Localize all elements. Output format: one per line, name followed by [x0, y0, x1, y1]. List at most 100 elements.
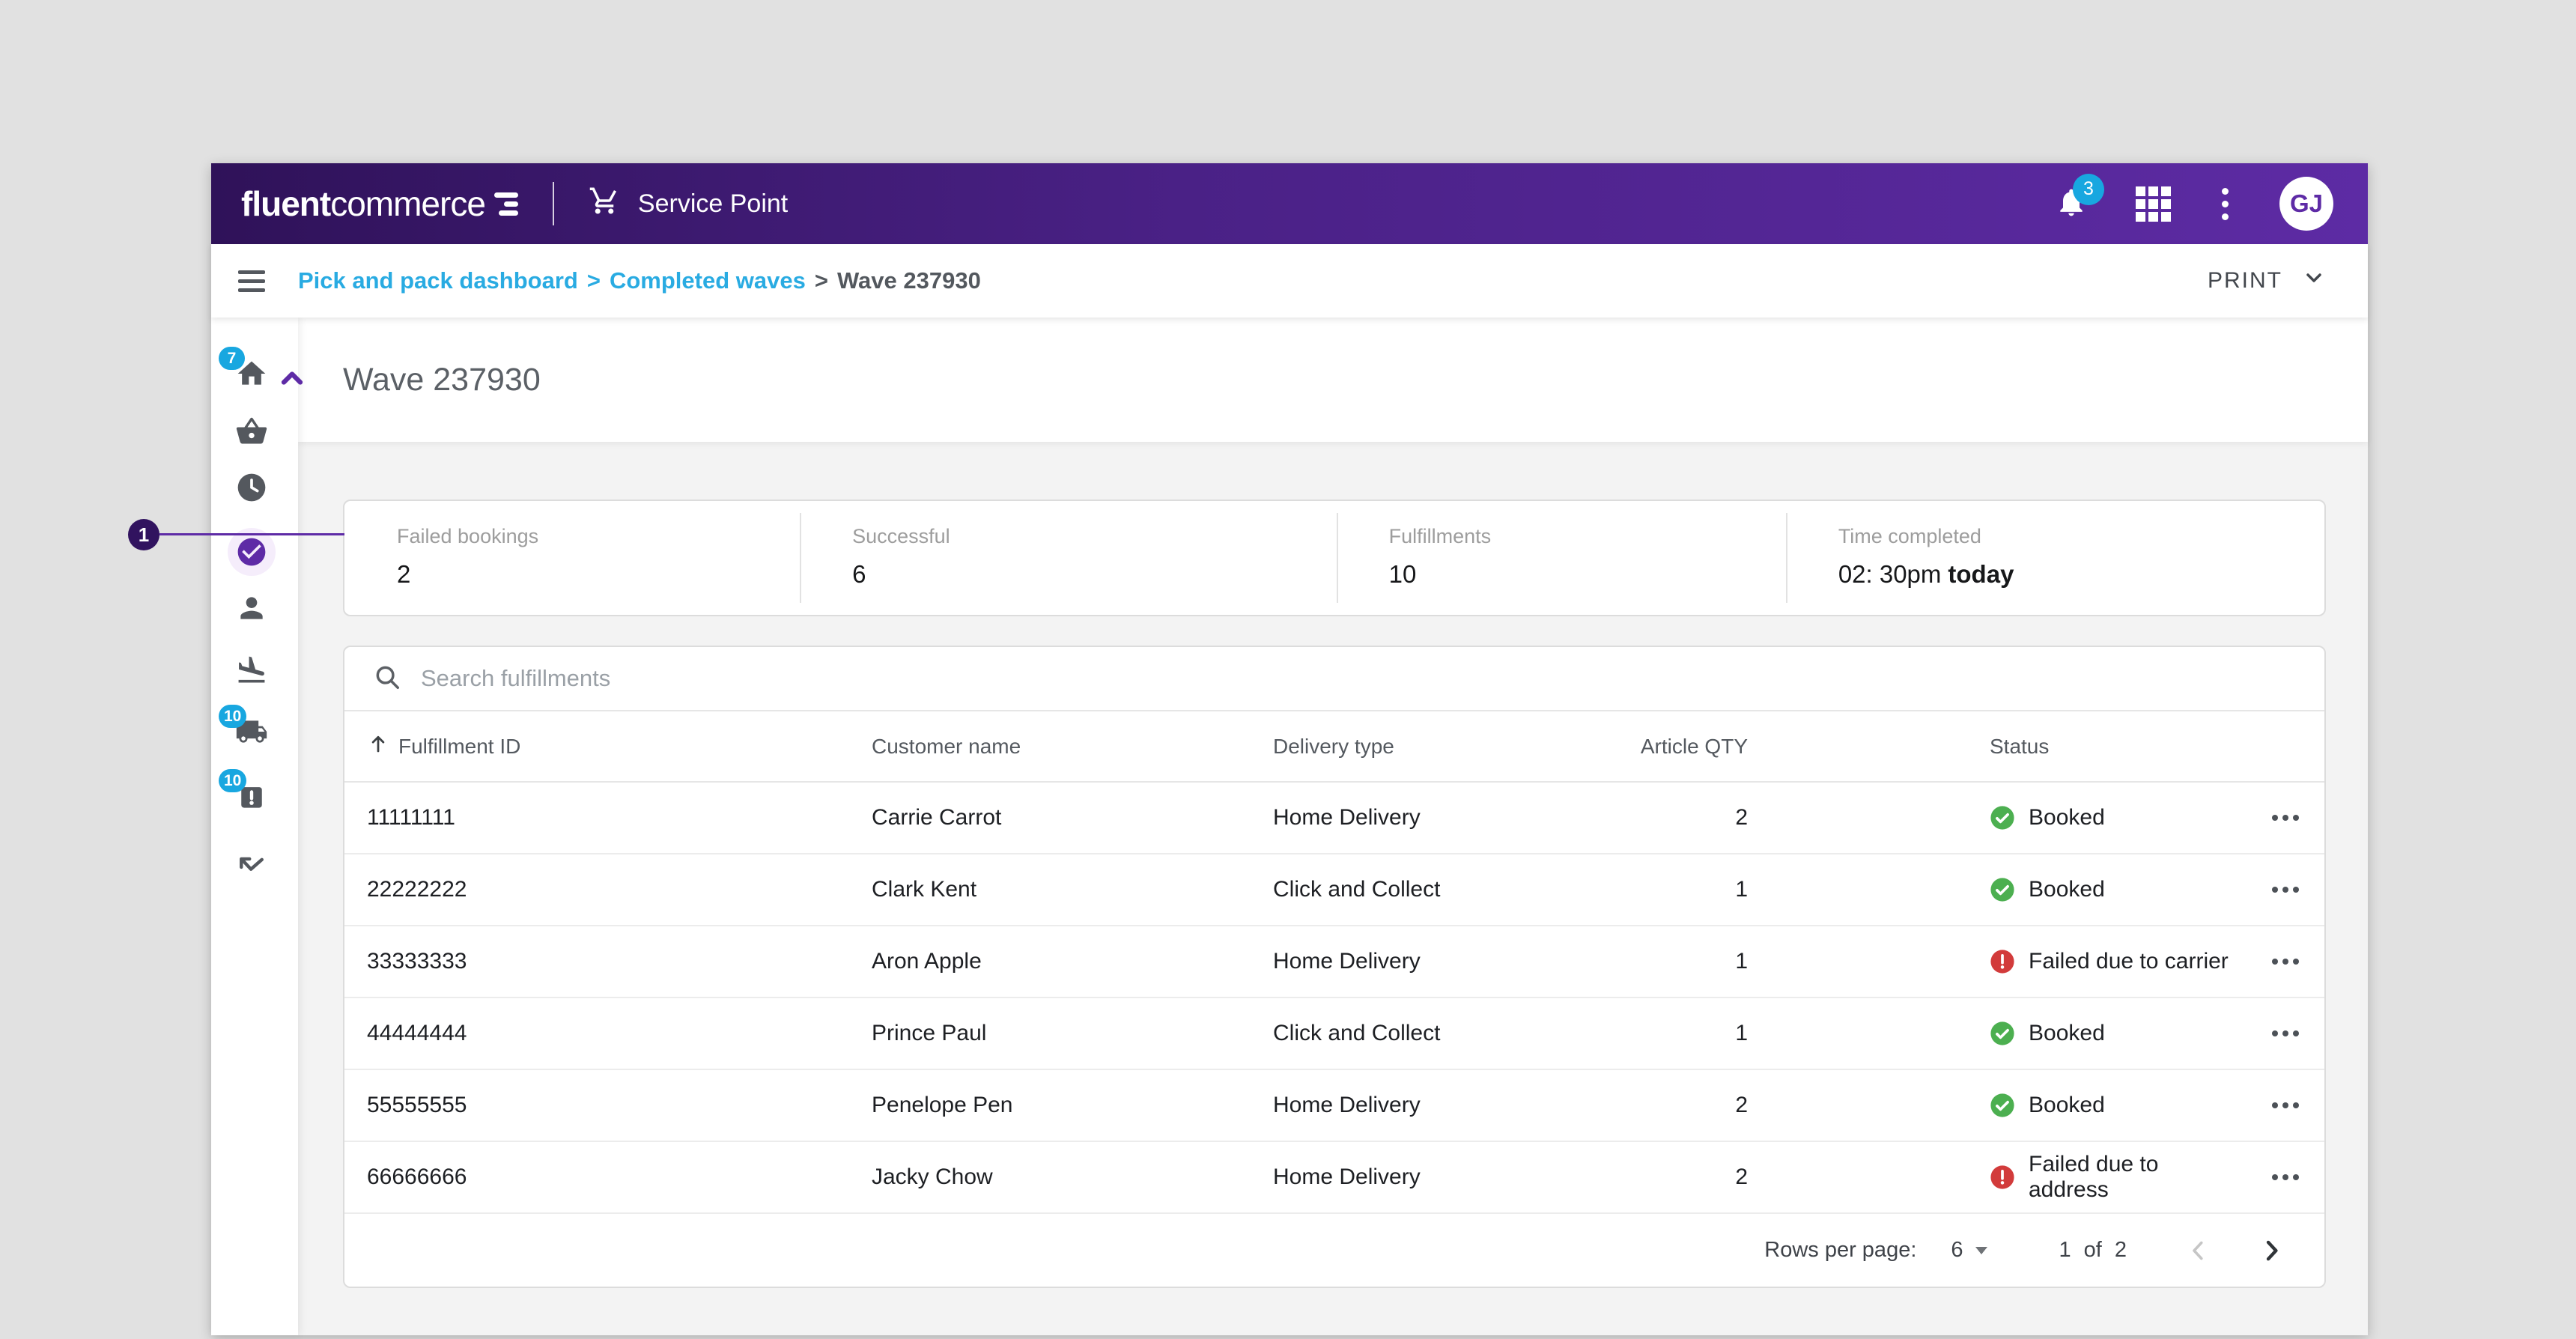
cell-delivery-type: Home Delivery — [1273, 1093, 1421, 1117]
print-button[interactable]: PRINT — [2208, 266, 2326, 296]
cell-fulfillment-id: 22222222 — [367, 877, 467, 902]
status-success-icon — [1990, 877, 2015, 902]
sidebar-item-home[interactable]: 7 — [219, 347, 303, 395]
sort-ascending-icon — [367, 732, 389, 760]
sidebar-item-returns[interactable] — [231, 845, 273, 887]
cell-customer-name: Carrie Carrot — [872, 805, 1002, 830]
breadcrumb-link-dashboard[interactable]: Pick and pack dashboard — [298, 267, 578, 294]
fluentcommerce-logo[interactable]: fluent commerce — [241, 183, 518, 224]
cell-customer-name: Penelope Pen — [872, 1093, 1013, 1117]
sidebar-item-history[interactable] — [231, 467, 273, 508]
page-title: Wave 237930 — [343, 361, 541, 398]
column-header-article-qty[interactable]: Article QTY — [1598, 735, 1748, 759]
table-row[interactable]: 55555555 Penelope Pen Home Delivery 2 Bo… — [344, 1070, 2324, 1142]
row-actions-button[interactable] — [2269, 879, 2302, 900]
row-actions-button[interactable] — [2269, 1023, 2302, 1044]
table-row[interactable]: 44444444 Prince Paul Click and Collect 1… — [344, 998, 2324, 1070]
overflow-menu-button[interactable] — [2219, 185, 2232, 223]
cell-article-qty: 2 — [1735, 805, 1748, 830]
stat-value: 02: 30pm today — [1838, 560, 2014, 588]
sidebar-item-arrivals[interactable] — [231, 649, 273, 691]
stat-value: 10 — [1388, 560, 1417, 588]
notifications-button[interactable]: 3 — [2055, 173, 2104, 222]
annotation-line — [160, 533, 344, 535]
cell-customer-name: Prince Paul — [872, 1021, 987, 1045]
row-actions-button[interactable] — [2269, 807, 2302, 828]
app-window: fluent commerce Service Point 3 GJ Pick … — [211, 163, 2368, 1335]
sidebar-item-shipping[interactable]: 10 — [219, 705, 273, 753]
chevron-left-icon — [2193, 1241, 2203, 1260]
cart-icon — [589, 185, 620, 223]
apps-grid-button[interactable] — [2136, 186, 2171, 222]
breadcrumb-link-completed-waves[interactable]: Completed waves — [610, 267, 806, 294]
table-row[interactable]: 22222222 Clark Kent Click and Collect 1 … — [344, 854, 2324, 926]
previous-page-button[interactable] — [2185, 1237, 2212, 1264]
table-header-row: Fulfillment ID Customer name Delivery ty… — [344, 711, 2324, 783]
pagination-bar: Rows per page: 6 1 of 2 — [344, 1214, 2324, 1287]
breadcrumb-current: Wave 237930 — [836, 267, 981, 294]
cell-fulfillment-id: 11111111 — [367, 805, 455, 830]
rows-per-page-select[interactable]: 6 — [1951, 1238, 1987, 1263]
sidebar-item-exceptions[interactable]: 10 — [219, 769, 273, 817]
search-input[interactable] — [421, 665, 2302, 692]
column-header-delivery-type[interactable]: Delivery type — [1273, 735, 1598, 759]
row-actions-button[interactable] — [2269, 951, 2302, 972]
column-header-status[interactable]: Status — [1990, 735, 2238, 759]
cell-fulfillment-id: 44444444 — [367, 1021, 467, 1045]
breadcrumb-separator: > — [814, 267, 828, 294]
status-badge: Booked — [1990, 877, 2238, 902]
cell-article-qty: 1 — [1735, 1021, 1748, 1045]
sidebar-item-customers[interactable] — [231, 587, 273, 629]
cell-article-qty: 1 — [1735, 949, 1748, 974]
status-success-icon — [1990, 1021, 2015, 1046]
cell-delivery-type: Click and Collect — [1273, 1021, 1441, 1045]
notification-count-badge: 3 — [2073, 173, 2104, 205]
column-header-customer-name[interactable]: Customer name — [872, 735, 1273, 759]
sidebar-item-pick-and-pack[interactable] — [228, 528, 276, 576]
table-row[interactable]: 66666666 Jacky Chow Home Delivery 2 Fail… — [344, 1142, 2324, 1214]
sidebar-item-orders[interactable] — [231, 410, 273, 452]
column-header-fulfillment-id[interactable]: Fulfillment ID — [367, 732, 872, 760]
arrow-check-icon — [240, 857, 264, 871]
bell-icon — [2055, 189, 2088, 222]
status-badge: Failed due to carrier — [1990, 949, 2238, 974]
stat-value: 6 — [852, 560, 866, 588]
status-text: Booked — [2029, 805, 2105, 830]
total-pages: 2 — [2114, 1238, 2127, 1262]
status-text: Failed due to carrier — [2029, 949, 2229, 974]
table-body: 11111111 Carrie Carrot Home Delivery 2 B… — [344, 783, 2324, 1214]
app-name-label: Service Point — [637, 189, 789, 218]
search-bar — [344, 647, 2324, 711]
row-actions-button[interactable] — [2269, 1095, 2302, 1116]
cell-fulfillment-id: 33333333 — [367, 949, 467, 974]
user-avatar[interactable]: GJ — [2279, 177, 2333, 231]
cell-delivery-type: Click and Collect — [1273, 877, 1441, 902]
app-switcher-current[interactable]: Service Point — [589, 185, 788, 223]
clock-icon — [237, 473, 266, 502]
cell-customer-name: Aron Apple — [872, 949, 982, 974]
status-text: Booked — [2029, 877, 2105, 902]
wave-summary-card: Failed bookings 2 Successful 6 Fulfillme… — [343, 500, 2326, 616]
stat-label: Successful — [852, 525, 950, 547]
breadcrumb-bar: Pick and pack dashboard > Completed wave… — [211, 244, 2368, 318]
flight-landing-icon — [238, 656, 265, 683]
status-text: Booked — [2029, 1093, 2105, 1117]
breadcrumb-separator: > — [586, 267, 601, 294]
exceptions-count-badge: 10 — [219, 769, 247, 792]
next-page-button[interactable] — [2257, 1236, 2285, 1265]
status-success-icon — [1990, 1093, 2015, 1118]
cell-delivery-type: Home Delivery — [1273, 1165, 1421, 1189]
table-row[interactable]: 33333333 Aron Apple Home Delivery 1 Fail… — [344, 926, 2324, 998]
table-row[interactable]: 11111111 Carrie Carrot Home Delivery 2 B… — [344, 783, 2324, 854]
cell-article-qty: 2 — [1735, 1165, 1748, 1189]
cell-customer-name: Jacky Chow — [872, 1165, 993, 1189]
status-badge: Booked — [1990, 1093, 2238, 1118]
rows-per-page-label: Rows per page: — [1764, 1238, 1917, 1262]
status-badge: Booked — [1990, 805, 2238, 831]
stat-label: Fulfillments — [1388, 525, 1492, 547]
fulfillments-table-card: Fulfillment ID Customer name Delivery ty… — [343, 646, 2326, 1288]
stat-time-completed: Time completed 02: 30pm today — [1785, 501, 2324, 615]
annotation-marker-1: 1 — [128, 519, 160, 550]
row-actions-button[interactable] — [2269, 1167, 2302, 1188]
menu-icon[interactable] — [238, 270, 265, 292]
